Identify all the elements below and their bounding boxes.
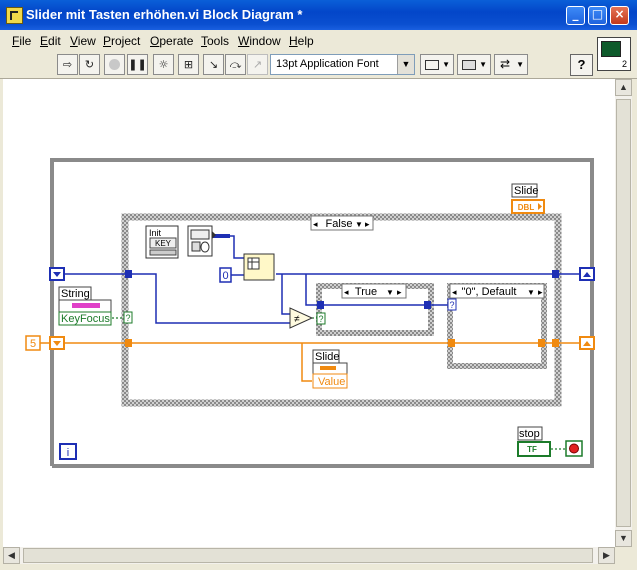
- menu-help[interactable]: Help: [289, 34, 314, 48]
- toolbar: ⇨ ↻ ❚❚ ☼ ⊞ ↘ ⤼ ↗ 13pt Application Font ▼…: [0, 50, 637, 79]
- string-property-label: String: [61, 288, 90, 300]
- retain-wire-values-icon[interactable]: ⊞: [178, 54, 199, 75]
- value-property-label: Value: [318, 376, 345, 388]
- numeric-constant-five-label: 5: [30, 338, 36, 350]
- menu-project[interactable]: Project: [103, 34, 140, 48]
- case-selector-terminal-label: ?: [318, 314, 323, 324]
- tunnel[interactable]: [552, 339, 559, 347]
- reorder-icon[interactable]: ⇄ ▼: [494, 54, 528, 75]
- abort-icon[interactable]: [104, 54, 125, 75]
- block-diagram-canvas[interactable]: i ◂ False ▼ ▸ ◂ True ▼ ▸ ◂ "0", Default …: [3, 79, 615, 547]
- tunnel[interactable]: [125, 270, 132, 278]
- tunnel[interactable]: [424, 301, 431, 309]
- scroll-down-icon[interactable]: ▼: [615, 530, 632, 547]
- font-selector[interactable]: 13pt Application Font ▼: [270, 54, 415, 75]
- case-selector-terminal-label: ?: [125, 313, 130, 323]
- chevron-down-icon: ▼: [397, 55, 414, 74]
- pause-icon[interactable]: ❚❚: [127, 54, 148, 75]
- minimize-button[interactable]: _: [566, 6, 585, 25]
- waveform-icon: [601, 41, 621, 57]
- vi-icon[interactable]: 2: [597, 37, 631, 71]
- case-selector-prev-icon: ◂: [344, 287, 349, 297]
- tunnel[interactable]: [538, 339, 545, 347]
- case-selector-default-label: "0", Default: [462, 286, 517, 298]
- menu-operate[interactable]: Operate: [150, 34, 193, 48]
- case-selector-prev-icon: ◂: [452, 287, 457, 297]
- keyfocus-property-label: KeyFocus: [61, 313, 110, 325]
- tunnel[interactable]: [125, 339, 132, 347]
- case-selector-terminal-label: ?: [449, 300, 454, 310]
- step-into-icon[interactable]: ↘: [203, 54, 224, 75]
- chevron-down-icon: ▼: [386, 288, 394, 297]
- vertical-scroll-thumb[interactable]: [616, 99, 631, 527]
- maximize-button[interactable]: □: [588, 6, 607, 25]
- font-selector-label: 13pt Application Font: [276, 58, 379, 70]
- tunnel[interactable]: [317, 301, 324, 309]
- step-over-icon[interactable]: ⤼: [225, 54, 246, 75]
- stop-sign-icon: [569, 443, 579, 454]
- not-equal-icon: ≠: [294, 314, 300, 325]
- case-selector-true-label: True: [355, 286, 377, 298]
- horizontal-scrollbar[interactable]: ◀ ▶: [3, 547, 615, 564]
- horizontal-scroll-thumb[interactable]: [23, 548, 593, 563]
- tunnel[interactable]: [448, 339, 455, 347]
- connector-pane-count: 2: [621, 59, 627, 69]
- iteration-label: i: [67, 447, 69, 459]
- scroll-up-icon[interactable]: ▲: [615, 79, 632, 96]
- slide-property-label: Slide: [315, 351, 339, 363]
- step-out-icon[interactable]: ↗: [247, 54, 268, 75]
- menu-tools[interactable]: Tools: [201, 34, 229, 48]
- slide-terminal-type: DBL: [518, 203, 535, 212]
- distribute-icon[interactable]: ▼: [457, 54, 491, 75]
- stop-label: stop: [519, 428, 540, 440]
- case-selector-next-icon: ▸: [397, 287, 402, 297]
- tunnel[interactable]: [552, 270, 559, 278]
- context-help-button[interactable]: ?: [570, 54, 593, 76]
- title-bar: Slider mit Tasten erhöhen.vi Block Diagr…: [0, 0, 637, 30]
- align-icon[interactable]: ▼: [420, 54, 454, 75]
- menu-file[interactable]: File: [12, 34, 31, 48]
- case-selector-false-label: False: [326, 218, 353, 230]
- slide-terminal-label: Slide: [514, 185, 538, 197]
- stop-terminal-type: TF: [527, 445, 537, 454]
- case-selector-prev-icon: ◂: [313, 219, 318, 229]
- run-continuously-icon[interactable]: ↻: [79, 54, 100, 75]
- init-key-label-key: KEY: [155, 239, 172, 248]
- window-title: Slider mit Tasten erhöhen.vi Block Diagr…: [26, 7, 303, 22]
- numeric-constant-zero-label: 0: [222, 270, 228, 282]
- menu-view[interactable]: View: [70, 34, 96, 48]
- scroll-left-icon[interactable]: ◀: [3, 547, 20, 564]
- run-arrow-icon[interactable]: ⇨: [57, 54, 78, 75]
- scroll-right-icon[interactable]: ▶: [598, 547, 615, 564]
- close-button[interactable]: ×: [610, 6, 629, 25]
- init-key-label-init: Init: [149, 228, 162, 238]
- menu-edit[interactable]: Edit: [40, 34, 61, 48]
- chevron-down-icon: ▼: [527, 288, 535, 297]
- menu-bar: File Edit View Project Operate Tools Win…: [0, 30, 637, 50]
- case-selector-next-icon: ▸: [538, 287, 543, 297]
- highlight-execution-icon[interactable]: ☼: [153, 54, 174, 75]
- vertical-scrollbar[interactable]: ▲ ▼: [615, 79, 632, 547]
- labview-app-icon[interactable]: [6, 7, 23, 24]
- i32-wires: [57, 235, 592, 324]
- menu-window[interactable]: Window: [238, 34, 281, 48]
- case-selector-next-icon: ▸: [365, 219, 370, 229]
- chevron-down-icon: ▼: [355, 220, 363, 229]
